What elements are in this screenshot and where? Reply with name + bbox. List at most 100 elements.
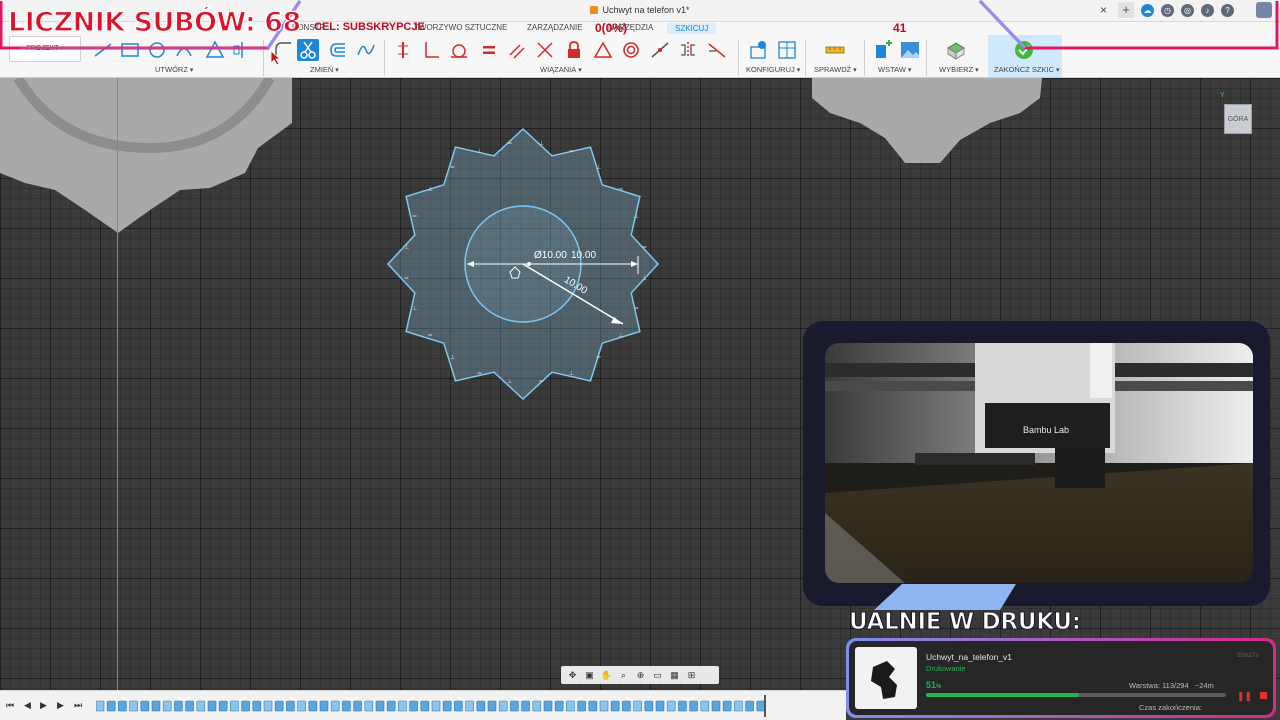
timeline-feature-icon [364,700,374,712]
timeline-feature-icon [308,700,318,712]
constraint-glyph: = [450,164,455,171]
timeline-feature-icon [431,700,441,712]
group-modify-label[interactable]: ZMIEŃ [310,65,339,74]
orbit-icon[interactable]: ✥ [565,669,580,681]
pause-print-button[interactable]: ❚❚ [1237,691,1252,702]
group-finish-sketch-label[interactable]: ZAKOŃCZ SZKIC [994,65,1059,74]
constraint-glyph: ⊥ [428,186,433,193]
diameter-dimension-value[interactable]: 10.00 [571,250,596,261]
timeline-feature-icon [711,700,721,712]
look-at-icon[interactable]: ▣ [582,669,597,681]
timeline-feature-icon [409,700,418,712]
timeline-feature-icon [442,700,452,712]
print-elapsed-label: 50m27s [1237,653,1259,659]
group-inspect-label[interactable]: SPRAWDŹ [814,65,857,74]
timeline-feature-icon [398,700,407,712]
constraint-glyph: = [596,354,601,361]
group-create-label[interactable]: UTWÓRZ [155,65,193,74]
subscription-goal-progress: 0(0%) [595,21,628,35]
timeline-next-icon[interactable]: ▶ [57,700,64,711]
constraint-glyph: = [428,332,433,339]
timeline-feature-icon [140,700,150,712]
constraint-glyph: = [642,243,647,250]
timeline-feature-icon [319,700,329,712]
zoom-icon[interactable]: ⌕ [616,669,631,681]
constraint-glyph: = [507,140,512,147]
timeline-last-icon[interactable]: ⏭ [74,700,82,711]
timeline-feature-icon [129,700,138,712]
constraint-glyph: ⊥ [596,164,601,171]
timeline-feature-icon [745,700,754,712]
timeline-feature-icon [510,700,519,712]
constraint-glyph: ⊥ [634,213,639,220]
group-constraints-label[interactable]: WIĄZANIA [540,65,582,74]
print-status-inner: Uchwyt_na_telefon_v1 Drukowanie 51% Wars… [849,641,1273,715]
constraint-glyph: = [412,213,417,220]
group-configure-label[interactable]: KONFIGURUJ [746,65,800,74]
timeline-feature-icon [118,700,127,712]
timeline-first-icon[interactable]: ⏮ [6,700,14,711]
stop-print-button[interactable] [1260,692,1267,699]
group-select-label[interactable]: WYBIERZ [939,65,979,74]
grid-settings-icon[interactable]: ▦ [667,669,682,681]
constraint-glyph: = [618,186,623,193]
print-progress-bar [926,693,1226,697]
print-status-card: Uchwyt_na_telefon_v1 Drukowanie 51% Wars… [846,638,1276,718]
timeline-feature-icon [689,700,698,712]
subscription-goal-target: 41 [893,21,907,35]
timeline-previous-icon[interactable]: ◀ [24,700,31,711]
print-thumbnail [855,647,917,709]
print-status-text: Drukowanie [926,664,966,673]
camera-frame-accent [874,584,1016,610]
constraint-glyph: ⊥ [477,148,482,155]
print-percent: 51% [926,680,942,690]
timeline-feature-icon [498,700,508,712]
y-axis-line [117,78,118,690]
timeline-feature-icon [297,700,306,712]
viewports-icon[interactable]: ⊞ [684,669,699,681]
timeline-feature-icon [241,700,250,712]
timeline-feature-icon [700,700,710,712]
constraint-glyph: ⊥ [618,332,623,339]
group-insert-label[interactable]: WSTAW [878,65,911,74]
timeline-play-icon[interactable]: ▶ [40,700,47,711]
display-settings-icon[interactable]: ▭ [650,669,665,681]
timeline-feature-icon [666,700,676,712]
viewcube[interactable]: GÓRA [1224,104,1252,134]
timeline-feature-icon [106,700,116,712]
timeline-feature-icon [722,700,732,712]
timeline-feature-icon [252,700,262,712]
zoom-window-icon[interactable]: ⊕ [633,669,648,681]
constraint-glyph: ⊥ [450,354,455,361]
pan-icon[interactable]: ✋ [599,669,614,681]
timeline-feature-icon [532,700,542,712]
constraint-glyph: ⊥ [569,370,574,377]
timeline-feature-icon [151,700,161,712]
timeline-feature-icon [566,700,575,712]
viewcube-axis-label: Y [1220,92,1225,99]
diameter-dimension-label[interactable]: Ø10.00 [534,250,567,261]
timeline-feature-icon [196,700,206,712]
timeline-feature-icon [543,700,553,712]
constraint-glyph: = [539,378,544,385]
timeline-feature-track[interactable] [96,698,776,714]
timeline-feature-icon [599,700,609,712]
timeline-feature-icon [487,700,497,712]
constraint-glyph: ⊥ [642,275,647,282]
timeline-feature-icon [622,700,631,712]
timeline-feature-icon [218,700,228,712]
timeline-feature-icon [610,700,620,712]
timeline-feature-icon [655,700,665,712]
constraint-glyph: ⊥ [412,305,417,312]
timeline-feature-icon [521,700,530,712]
constraint-glyph: = [634,305,639,312]
constraint-glyph: = [569,148,574,155]
print-layer-info: Warstwa: 113/294 ~24m [1129,681,1214,690]
sub-counter: LICZNIK SUBÓW: 68 [7,6,301,38]
timeline-feature-icon [207,700,217,712]
timeline-feature-icon [554,700,564,712]
printer-camera-feed: Bambu Lab [825,343,1253,583]
timeline-feature-icon [386,700,396,712]
navigation-bar: ✥ ▣ ✋ ⌕ ⊕ ▭ ▦ ⊞ [561,666,719,684]
timeline-marker[interactable] [764,695,766,717]
